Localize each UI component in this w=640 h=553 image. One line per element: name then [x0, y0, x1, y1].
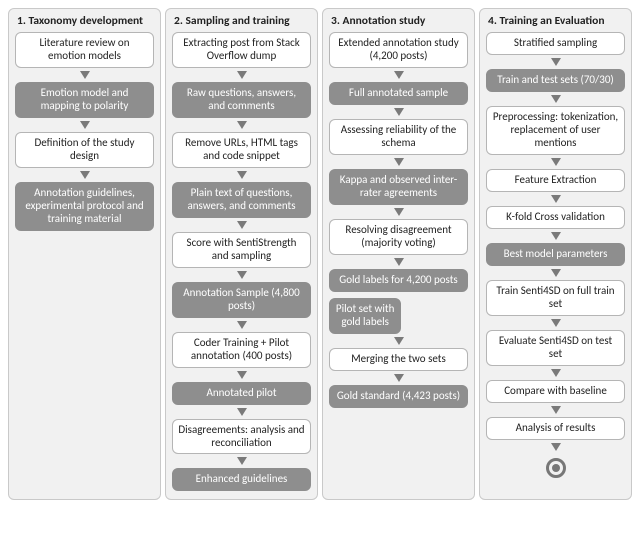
arrow-down-icon — [551, 369, 561, 377]
step-box: Enhanced guidelines — [172, 468, 311, 491]
step-box: Extended annotation study (4,200 posts) — [329, 32, 468, 68]
step-box: Annotated pilot — [172, 382, 311, 405]
arrow-down-icon — [551, 319, 561, 327]
step-box: Literature review on emotion models — [15, 32, 154, 68]
column-title: 3. Annotation study — [331, 14, 425, 28]
step-box: Definition of the study design — [15, 132, 154, 168]
arrow-down-icon — [80, 121, 90, 129]
arrow-down-icon — [237, 321, 247, 329]
column-1: 1. Taxonomy development Literature review… — [8, 8, 161, 500]
step-box: Compare with baseline — [486, 380, 625, 403]
step-box: Resolving disagreement (majority voting) — [329, 219, 468, 255]
arrow-down-icon — [80, 171, 90, 179]
step-box: Emotion model and mapping to polarity — [15, 82, 154, 118]
arrow-down-icon — [237, 371, 247, 379]
arrow-down-icon — [394, 158, 404, 166]
arrow-down-icon — [551, 269, 561, 277]
step-box: Gold labels for 4,200 posts — [329, 269, 468, 292]
pilot-subrow: Pilot set with gold labels — [329, 298, 468, 334]
arrow-down-icon — [551, 58, 561, 66]
arrow-down-icon — [394, 374, 404, 382]
step-box: Plain text of questions, answers, and co… — [172, 182, 311, 218]
step-box: Analysis of results — [486, 417, 625, 440]
arrow-down-icon — [551, 443, 561, 451]
arrow-down-icon — [237, 221, 247, 229]
step-box: Coder Training + Pilot annotation (400 p… — [172, 332, 311, 368]
step-box: Best model parameters — [486, 243, 625, 266]
step-box: K-fold Cross validation — [486, 206, 625, 229]
workflow-diagram: 1. Taxonomy development Literature review… — [8, 8, 632, 500]
step-box: Annotation guidelines, experimental prot… — [15, 182, 154, 231]
step-box: Preprocessing: tokenization, replacement… — [486, 106, 625, 155]
column-4: 4. Training an Evaluation Stratified samp… — [479, 8, 632, 500]
column-title: 4. Training an Evaluation — [488, 14, 605, 28]
arrow-down-icon — [551, 406, 561, 414]
step-box: Extracting post from Stack Overflow dump — [172, 32, 311, 68]
arrow-down-icon — [237, 408, 247, 416]
arrow-down-icon — [551, 95, 561, 103]
arrow-down-icon — [394, 71, 404, 79]
step-box: Kappa and observed inter-rater agreement… — [329, 169, 468, 205]
arrow-down-icon — [551, 158, 561, 166]
step-box: Merging the two sets — [329, 348, 468, 371]
arrow-down-icon — [80, 71, 90, 79]
arrow-down-icon — [551, 232, 561, 240]
arrow-down-icon — [394, 337, 404, 345]
column-title: 1. Taxonomy development — [17, 14, 143, 28]
step-box: Score with SentiStrength and sampling — [172, 232, 311, 268]
step-box: Pilot set with gold labels — [329, 298, 401, 334]
step-box: Annotation Sample (4,800 posts) — [172, 282, 311, 318]
arrow-down-icon — [394, 258, 404, 266]
step-box: Train Senti4SD on full train set — [486, 280, 625, 316]
arrow-down-icon — [394, 208, 404, 216]
arrow-down-icon — [237, 457, 247, 465]
step-box: Stratified sampling — [486, 32, 625, 55]
arrow-down-icon — [551, 195, 561, 203]
column-title: 2. Sampling and training — [174, 14, 290, 28]
step-box: Raw questions, answers, and comments — [172, 82, 311, 118]
terminator-icon — [546, 458, 566, 478]
column-2: 2. Sampling and training Extracting post … — [165, 8, 318, 500]
arrow-down-icon — [237, 121, 247, 129]
arrow-down-icon — [394, 108, 404, 116]
arrow-down-icon — [237, 171, 247, 179]
step-box: Train and test sets (70/30) — [486, 69, 625, 92]
step-box: Disagreements: analysis and reconciliati… — [172, 419, 311, 455]
step-box: Feature Extraction — [486, 169, 625, 192]
step-box: Gold standard (4,423 posts) — [329, 385, 468, 408]
step-box: Assessing reliability of the schema — [329, 119, 468, 155]
column-3: 3. Annotation study Extended annotation s… — [322, 8, 475, 500]
step-box: Full annotated sample — [329, 82, 468, 105]
arrow-down-icon — [237, 71, 247, 79]
step-box: Remove URLs, HTML tags and code snippet — [172, 132, 311, 168]
step-box: Evaluate Senti4SD on test set — [486, 330, 625, 366]
arrow-down-icon — [237, 271, 247, 279]
